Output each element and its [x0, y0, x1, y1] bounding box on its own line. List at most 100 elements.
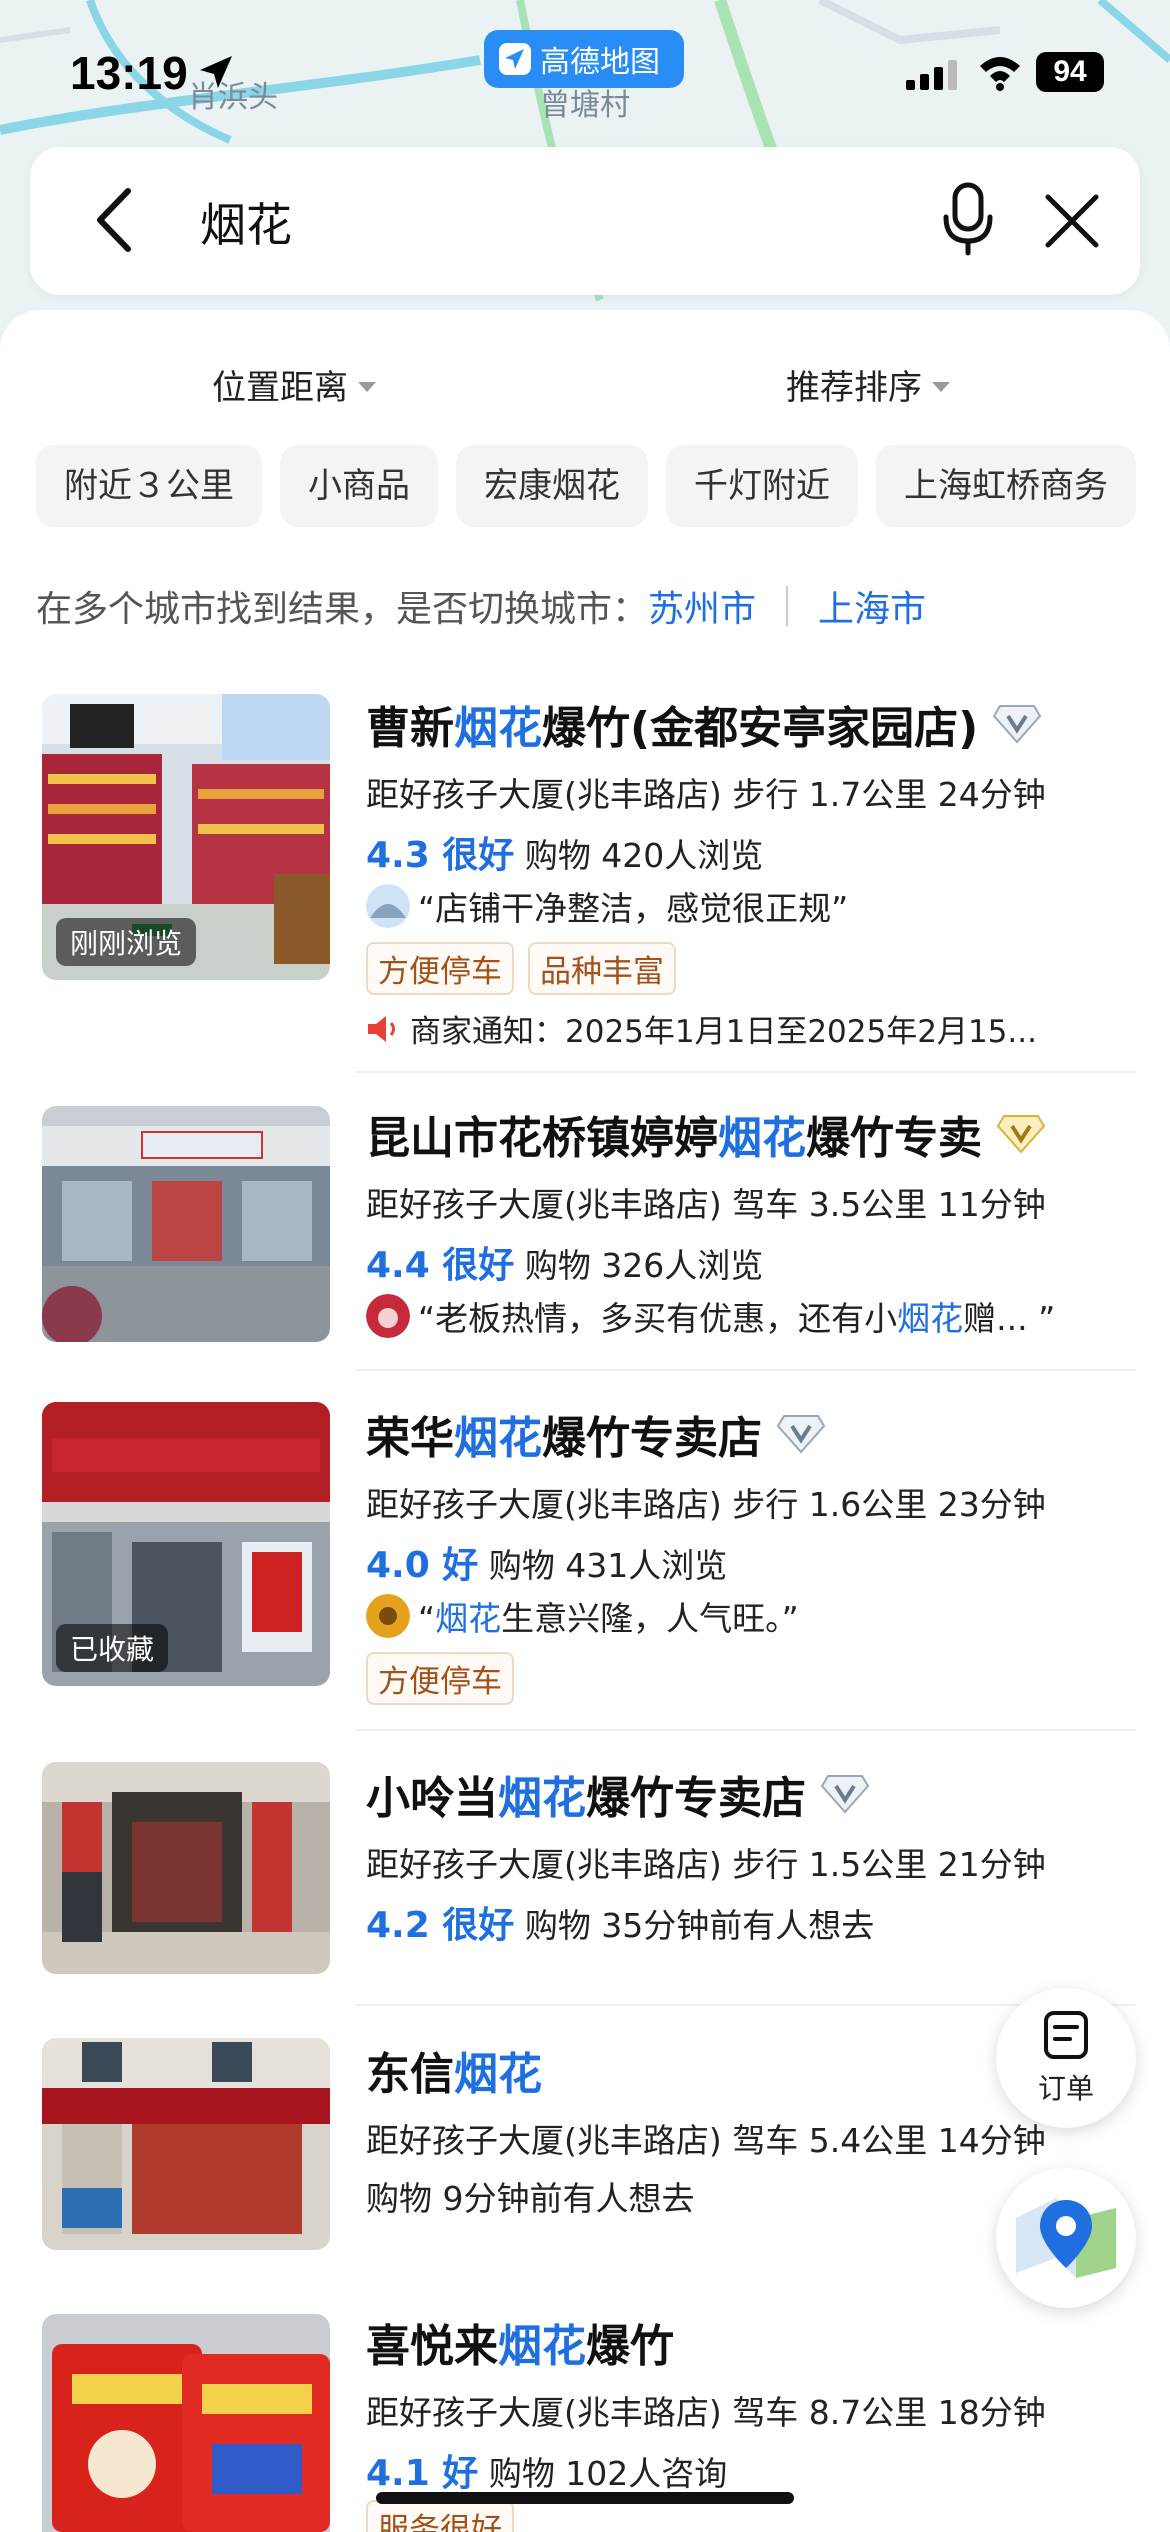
category-meta: 购物 431人浏览: [488, 1546, 728, 1585]
review-snippet: “烟花生意兴隆，人气旺。”: [366, 1592, 799, 1640]
filter-chip[interactable]: 宏康烟花: [456, 445, 648, 527]
verified-gold-badge-icon: [996, 1115, 1046, 1154]
shop-photo[interactable]: 已收藏: [42, 1402, 330, 1686]
rating-score: 4.0 好: [366, 1545, 479, 1586]
favorited-badge: 已收藏: [56, 1624, 169, 1672]
reviewer-avatar: [366, 1294, 410, 1338]
title-text: 爆竹(金都安亭家园店): [542, 703, 979, 754]
result-item[interactable]: 小呤当 烟花 爆竹专卖店 距好孩子大厦(兆丰路店) 步行 1.5公里 21分钟 4.…: [0, 1762, 1170, 1982]
shop-photo-image: [42, 1106, 330, 1342]
title-highlight: 烟花: [498, 1773, 586, 1824]
result-item[interactable]: 刚刚浏览 曹新 烟花 爆竹(金都安亭家园店) 距好孩子大厦(兆丰路店) 步行 1.7…: [0, 692, 1170, 1072]
divider: [356, 1369, 1136, 1371]
shop-photo[interactable]: [42, 2038, 330, 2250]
filter-chip[interactable]: 附近３公里: [36, 445, 262, 527]
shop-photo[interactable]: 刚刚浏览: [42, 694, 330, 980]
tag-row: 服务很好: [366, 2500, 528, 2532]
merchant-notice[interactable]: 商家通知：2025年1月1日至2025年2月15...: [366, 1006, 1037, 1051]
distance-info: 距好孩子大厦(兆丰路店) 步行 1.5公里 21分钟: [366, 1845, 1046, 1884]
verified-badge-icon: [776, 1415, 826, 1454]
feature-tag: 品种丰富: [528, 942, 676, 995]
result-item[interactable]: 昆山市花桥镇婷婷 烟花 爆竹专卖 距好孩子大厦(兆丰路店) 驾车 3.5公里 11分…: [0, 1102, 1170, 1352]
sort-order-label: 推荐排序: [786, 368, 922, 408]
result-item[interactable]: 已收藏 荣华 烟花 爆竹专卖店 距好孩子大厦(兆丰路店) 步行 1.6公里 23分钟…: [0, 1402, 1170, 1705]
search-input[interactable]: 烟花: [200, 189, 292, 255]
shop-title[interactable]: 昆山市花桥镇婷婷 烟花 爆竹专卖: [366, 1102, 1046, 1166]
filter-chip[interactable]: 上海虹桥商务: [876, 445, 1136, 527]
sort-order-dropdown[interactable]: 推荐排序: [786, 360, 950, 409]
microphone-icon[interactable]: [938, 179, 998, 261]
rating-score: 4.1 好: [366, 2453, 479, 2494]
distance-info: 距好孩子大厦(兆丰路店) 驾车 5.4公里 14分钟: [366, 2121, 1046, 2160]
title-highlight: 烟花: [454, 2049, 542, 2100]
cellular-signal-icon: [906, 60, 957, 90]
rating-row: 4.1 好 购物 102人咨询: [366, 2444, 727, 2496]
distance-info: 距好孩子大厦(兆丰路店) 步行 1.7公里 24分钟: [366, 775, 1046, 814]
verified-badge-icon: [992, 705, 1042, 744]
orders-button-label: 订单: [1037, 2072, 1094, 2105]
chevron-down-icon: [932, 381, 950, 392]
review-text: 生意兴隆，人气旺。”: [501, 1599, 799, 1638]
city-link-shanghai[interactable]: 上海市: [818, 580, 926, 632]
shop-title[interactable]: 荣华 烟花 爆竹专卖店: [366, 1402, 826, 1466]
review-text: “: [418, 1599, 436, 1638]
home-indicator[interactable]: [376, 2492, 794, 2504]
title-text: 曹新: [366, 703, 454, 754]
result-item[interactable]: 东信 烟花 距好孩子大厦(兆丰路店) 驾车 5.4公里 14分钟 购物 9分钟前有…: [0, 2038, 1170, 2258]
search-bar[interactable]: 烟花: [30, 147, 1140, 295]
title-text: 小呤当: [366, 1773, 498, 1824]
rating-row: 4.2 很好 购物 35分钟前有人想去: [366, 1896, 874, 1948]
recently-viewed-badge: 刚刚浏览: [56, 918, 197, 966]
app-badge-label: 高德地图: [540, 45, 660, 80]
shop-title[interactable]: 曹新 烟花 爆竹(金都安亭家园店): [366, 692, 1042, 756]
map-view-button[interactable]: [996, 2168, 1136, 2308]
distance-info: 距好孩子大厦(兆丰路店) 驾车 8.7公里 18分钟: [366, 2393, 1046, 2432]
notice-text: 商家通知：2025年1月1日至2025年2月15...: [410, 1014, 1037, 1050]
feature-tag: 方便停车: [366, 942, 514, 995]
clear-icon[interactable]: [1042, 191, 1102, 251]
title-text: 昆山市花桥镇婷婷: [366, 1113, 718, 1164]
amap-logo-icon: [499, 43, 531, 75]
title-highlight: 烟花: [454, 703, 542, 754]
shop-photo[interactable]: [42, 1762, 330, 1974]
title-text: 东信: [366, 2049, 454, 2100]
filter-chip[interactable]: 小商品: [280, 445, 438, 527]
rating-row: 4.3 很好 购物 420人浏览: [366, 826, 763, 878]
title-highlight: 烟花: [718, 1113, 806, 1164]
city-link-suzhou[interactable]: 苏州市: [648, 580, 756, 632]
map-pin-icon: [1016, 2198, 1116, 2278]
orders-button[interactable]: 订单: [996, 1988, 1136, 2128]
sort-distance-label: 位置距离: [212, 368, 348, 408]
feature-tag: 服务很好: [366, 2500, 514, 2532]
review-text: “老板热情，多买有优惠，还有小: [418, 1299, 898, 1338]
shop-title[interactable]: 喜悦来 烟花 爆竹: [366, 2310, 674, 2374]
chevron-down-icon: [358, 381, 376, 392]
review-highlight: 烟花: [897, 1299, 964, 1338]
tag-row: 方便停车: [366, 1652, 528, 1705]
back-icon[interactable]: [90, 185, 140, 255]
review-highlight: 烟花: [435, 1599, 502, 1638]
feature-tag: 方便停车: [366, 1652, 514, 1705]
title-highlight: 烟花: [498, 2321, 586, 2372]
app-return-badge[interactable]: 高德地图: [484, 30, 684, 88]
title-text: 荣华: [366, 1413, 454, 1464]
shop-photo[interactable]: [42, 1106, 330, 1342]
rating-row: 购物 9分钟前有人想去: [366, 2172, 695, 2220]
review-snippet: “老板热情，多买有优惠，还有小烟花赠... ”: [366, 1292, 1055, 1340]
location-arrow-icon: [200, 56, 232, 88]
rating-row: 4.0 好 购物 431人浏览: [366, 1536, 727, 1588]
filter-chip[interactable]: 千灯附近: [666, 445, 858, 527]
rating-score: 4.4 很好: [366, 1245, 515, 1286]
sort-distance-dropdown[interactable]: 位置距离: [212, 360, 376, 409]
category-meta: 购物 420人浏览: [524, 836, 764, 875]
filter-chip-row: 附近３公里 小商品 宏康烟花 千灯附近 上海虹桥商务: [36, 445, 1170, 529]
speaker-icon: [368, 1015, 395, 1042]
rating-score: 4.3 很好: [366, 835, 515, 876]
shop-photo[interactable]: [42, 2314, 330, 2532]
review-snippet: “店铺干净整洁，感觉很正规”: [366, 882, 848, 930]
title-highlight: 烟花: [454, 1413, 542, 1464]
shop-title[interactable]: 东信 烟花: [366, 2038, 542, 2102]
battery-indicator: 94: [1036, 52, 1104, 92]
shop-title[interactable]: 小呤当 烟花 爆竹专卖店: [366, 1762, 870, 1826]
city-switch-prompt: 在多个城市找到结果，是否切换城市：: [36, 589, 649, 630]
